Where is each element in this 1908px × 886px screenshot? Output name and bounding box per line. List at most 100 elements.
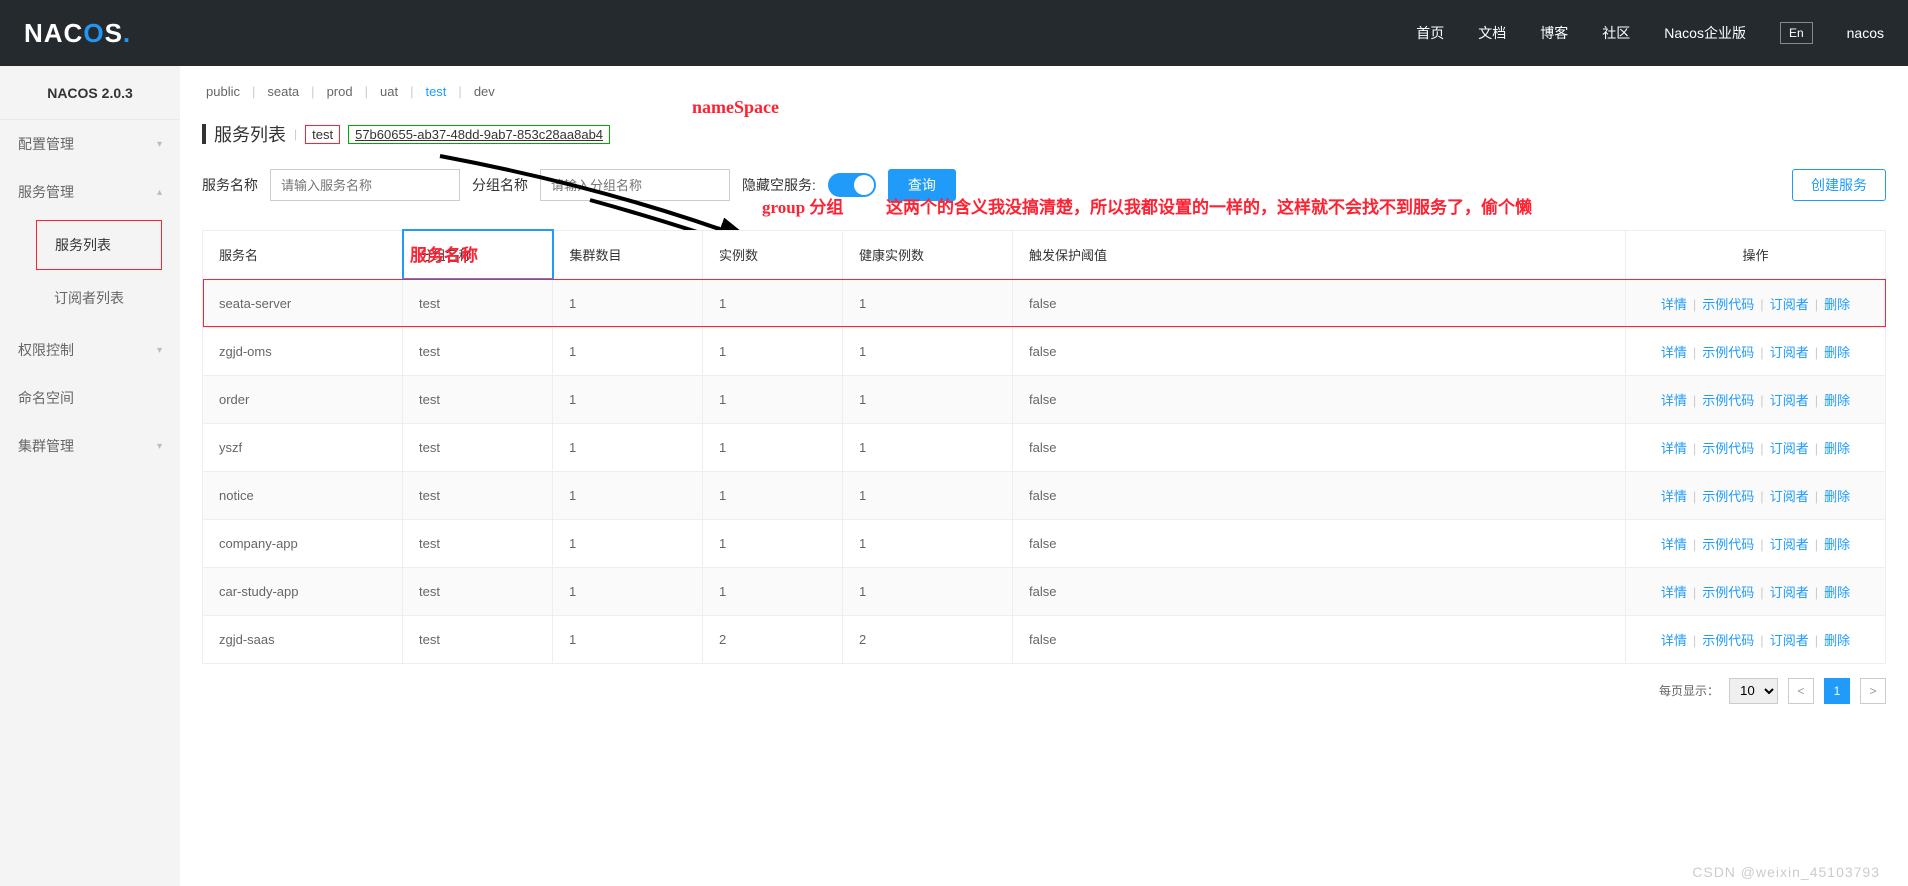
table-row: yszftest111false详情|示例代码|订阅者|删除 [203,423,1886,471]
action-detail[interactable]: 详情 [1661,345,1687,360]
cell-healthy: 1 [843,375,1013,423]
create-service-button[interactable]: 创建服务 [1792,169,1886,201]
ns-tab-prod[interactable]: prod [323,84,357,99]
cell-healthy: 2 [843,615,1013,663]
submenu-subscriber-list[interactable]: 订阅者列表 [36,274,162,322]
action-delete[interactable]: 删除 [1824,441,1850,456]
action-code[interactable]: 示例代码 [1702,441,1754,456]
action-code[interactable]: 示例代码 [1702,393,1754,408]
menu-auth[interactable]: 权限控制 ▾ [0,326,180,374]
title-row: 服务列表 | test 57b60655-ab37-48dd-9ab7-853c… [202,121,1886,147]
action-subscriber[interactable]: 订阅者 [1770,633,1809,648]
service-name-input[interactable] [270,169,460,201]
watermark: CSDN @weixin_45103793 [1692,864,1880,880]
action-code[interactable]: 示例代码 [1702,537,1754,552]
cell-actions: 详情|示例代码|订阅者|删除 [1626,423,1886,471]
cell-instances: 1 [703,423,843,471]
cell-healthy: 1 [843,519,1013,567]
submenu-service-list[interactable]: 服务列表 [36,220,162,270]
cell-clusters: 1 [553,615,703,663]
prev-page-button[interactable]: < [1788,678,1814,704]
cell-threshold: false [1013,615,1626,663]
service-table: 服务名 分组名称 集群数目 实例数 健康实例数 触发保护阈值 操作 seata-… [202,229,1886,664]
th-clusters: 集群数目 [553,230,703,279]
action-subscriber[interactable]: 订阅者 [1770,297,1809,312]
lang-switch[interactable]: En [1780,22,1813,44]
ns-tab-uat[interactable]: uat [376,84,402,99]
action-code[interactable]: 示例代码 [1702,489,1754,504]
action-delete[interactable]: 删除 [1824,489,1850,504]
logo: NACOS. [24,18,131,49]
logo-text-a: NAC [24,18,83,48]
annotation-service-name: 服务名称 [410,241,478,266]
cell-group: test [403,375,553,423]
table-row: company-apptest111false详情|示例代码|订阅者|删除 [203,519,1886,567]
per-page-select[interactable]: 10 [1729,678,1778,704]
menu-namespace-label: 命名空间 [18,388,74,408]
action-code[interactable]: 示例代码 [1702,345,1754,360]
action-subscriber[interactable]: 订阅者 [1770,537,1809,552]
cell-name: company-app [203,519,403,567]
action-detail[interactable]: 详情 [1661,489,1687,504]
action-detail[interactable]: 详情 [1661,393,1687,408]
action-detail[interactable]: 详情 [1661,537,1687,552]
action-code[interactable]: 示例代码 [1702,633,1754,648]
cell-group: test [403,423,553,471]
cell-actions: 详情|示例代码|订阅者|删除 [1626,375,1886,423]
page-current[interactable]: 1 [1824,678,1850,704]
menu-service[interactable]: 服务管理 ▴ [0,168,180,216]
action-detail[interactable]: 详情 [1661,297,1687,312]
top-nav: 首页 文档 博客 社区 Nacos企业版 En nacos [1416,22,1884,44]
cell-threshold: false [1013,519,1626,567]
th-instances: 实例数 [703,230,843,279]
ns-tab-public[interactable]: public [202,84,244,99]
action-delete[interactable]: 删除 [1824,393,1850,408]
action-code[interactable]: 示例代码 [1702,585,1754,600]
cell-clusters: 1 [553,375,703,423]
menu-namespace[interactable]: 命名空间 [0,374,180,422]
action-subscriber[interactable]: 订阅者 [1770,393,1809,408]
action-delete[interactable]: 删除 [1824,585,1850,600]
cell-actions: 详情|示例代码|订阅者|删除 [1626,567,1886,615]
menu-cluster[interactable]: 集群管理 ▾ [0,422,180,470]
menu-cluster-label: 集群管理 [18,436,74,456]
action-delete[interactable]: 删除 [1824,297,1850,312]
namespace-tabs: public| seata| prod| uat| test| dev [202,84,1886,99]
action-delete[interactable]: 删除 [1824,633,1850,648]
topbar: NACOS. 首页 文档 博客 社区 Nacos企业版 En nacos [0,0,1908,66]
action-subscriber[interactable]: 订阅者 [1770,441,1809,456]
cell-threshold: false [1013,327,1626,375]
sidebar: NACOS 2.0.3 配置管理 ▾ 服务管理 ▴ 服务列表 订阅者列表 权限控… [0,66,180,886]
menu-config[interactable]: 配置管理 ▾ [0,120,180,168]
action-subscriber[interactable]: 订阅者 [1770,585,1809,600]
action-detail[interactable]: 详情 [1661,441,1687,456]
ns-tab-seata[interactable]: seata [263,84,303,99]
nav-enterprise[interactable]: Nacos企业版 [1664,23,1746,43]
cell-group: test [403,471,553,519]
nav-community[interactable]: 社区 [1602,23,1630,43]
nav-blog[interactable]: 博客 [1540,23,1568,43]
action-code[interactable]: 示例代码 [1702,297,1754,312]
chevron-up-icon: ▴ [157,187,162,198]
logo-text-o: O [83,18,104,48]
ns-tab-test[interactable]: test [421,84,450,99]
chevron-down-icon: ▾ [157,345,162,356]
ns-tab-dev[interactable]: dev [470,84,499,99]
title-bar-icon [202,124,206,144]
action-subscriber[interactable]: 订阅者 [1770,345,1809,360]
action-detail[interactable]: 详情 [1661,633,1687,648]
nav-docs[interactable]: 文档 [1478,23,1506,43]
user-name[interactable]: nacos [1847,25,1884,41]
table-row: seata-servertest111false详情|示例代码|订阅者|删除 [203,279,1886,327]
action-delete[interactable]: 删除 [1824,345,1850,360]
cell-name: order [203,375,403,423]
next-page-button[interactable]: > [1860,678,1886,704]
action-detail[interactable]: 详情 [1661,585,1687,600]
action-subscriber[interactable]: 订阅者 [1770,489,1809,504]
cell-actions: 详情|示例代码|订阅者|删除 [1626,519,1886,567]
nav-home[interactable]: 首页 [1416,23,1444,43]
group-name-input[interactable] [540,169,730,201]
chevron-down-icon: ▾ [157,441,162,452]
cell-threshold: false [1013,471,1626,519]
action-delete[interactable]: 删除 [1824,537,1850,552]
